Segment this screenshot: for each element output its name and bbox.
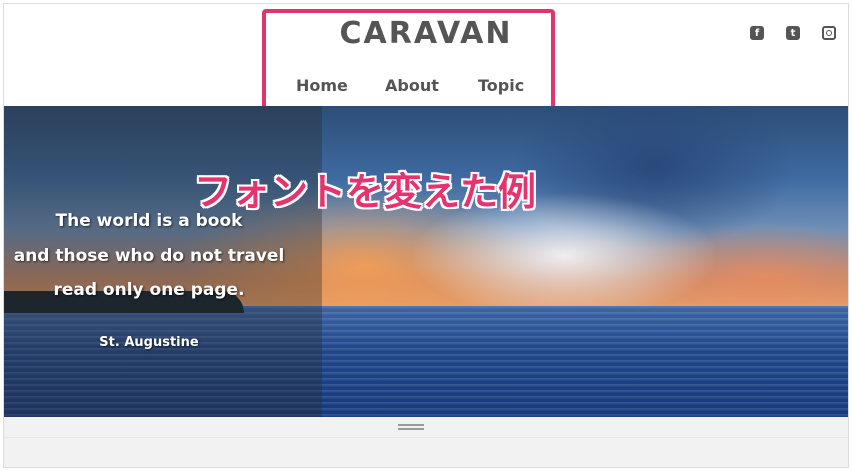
annotation-caption: フォントを変えた例: [194, 170, 537, 214]
quote-author: St. Augustine: [99, 335, 199, 350]
facebook-icon[interactable]: f: [750, 26, 764, 40]
drag-handle-icon[interactable]: [398, 424, 424, 430]
quote-line-2: and those who do not travel: [13, 246, 285, 266]
twitter-icon[interactable]: t: [786, 26, 800, 40]
footer-strip: [4, 417, 848, 467]
annotation-highlight-box: [262, 9, 555, 117]
quote-line-1: The world is a book: [55, 211, 243, 231]
quote-line-3: read only one page.: [53, 280, 245, 300]
browser-frame: CARAVAN Home About Topic f t フォントを変えた例 T…: [3, 3, 849, 468]
hero-section: フォントを変えた例 The world is a book and those …: [4, 106, 848, 417]
instagram-icon[interactable]: [822, 26, 836, 40]
footer-divider: [4, 437, 848, 438]
